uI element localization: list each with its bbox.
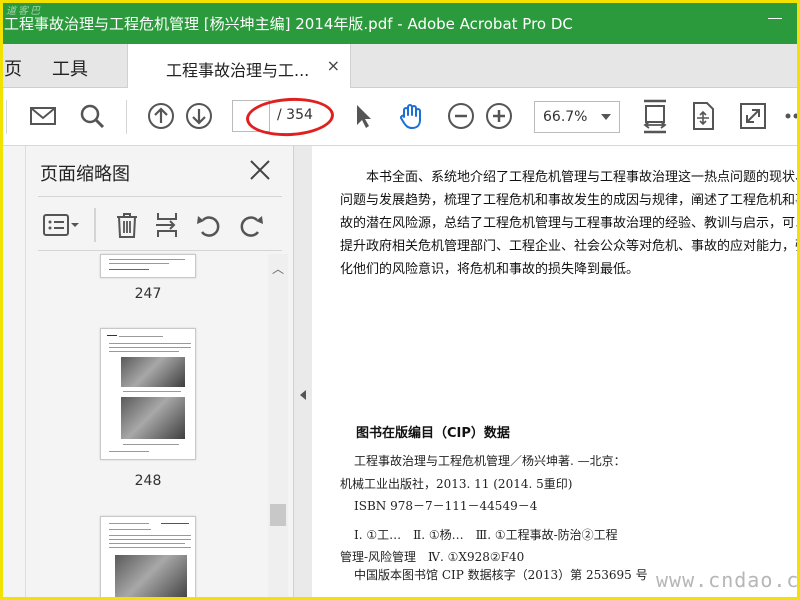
document-tab[interactable]: 工程事故治理与工... ×	[127, 44, 351, 89]
document-view[interactable]: 本书全面、系统地介绍了工程危机管理与工程事故治理这一热点问题的现状、问题与发展趋…	[312, 146, 800, 600]
fit-page-icon[interactable]	[640, 98, 670, 134]
cip-line: 工程事故治理与工程危机管理／杨兴坤著. —北京：	[354, 454, 626, 468]
panel-collapse-handle[interactable]	[294, 146, 312, 600]
close-icon[interactable]	[248, 158, 272, 182]
zoom-value: 66.7%	[543, 109, 588, 125]
thumbnail-page-number: 248	[134, 473, 162, 489]
document-tab-label: 工程事故治理与工...	[166, 61, 310, 80]
thumbnail-page-number: 247	[134, 286, 162, 302]
site-watermark: www.cndao.com	[656, 568, 800, 592]
tab-close-icon[interactable]: ×	[327, 56, 340, 75]
cip-footer: 中国版本图书馆 CIP 数据核字（2013）第 253695 号	[354, 568, 648, 582]
page-thumbnail[interactable]	[100, 254, 196, 278]
cip-block: 工程事故治理与工程危机管理／杨兴坤著. —北京： 机械工业出版社，2013. 1…	[340, 450, 800, 569]
chevron-down-icon	[601, 114, 611, 120]
panel-divider	[38, 250, 282, 251]
page-thumbnails-panel: 页面缩略图 247 248 ︿	[26, 146, 294, 600]
scrollbar-thumb[interactable]	[270, 504, 286, 526]
thumbnail-toolbar	[26, 200, 294, 250]
toolbar-separator	[126, 100, 127, 134]
toolbar-separator	[94, 208, 96, 242]
cip-title: 图书在版编目（CIP）数据	[356, 426, 510, 441]
more-tools-icon[interactable]	[782, 101, 800, 131]
options-menu-icon[interactable]	[42, 210, 82, 240]
rotate-cw-icon[interactable]	[236, 210, 266, 240]
page-thumbnail[interactable]	[100, 328, 196, 460]
panel-title: 页面缩略图	[40, 164, 130, 185]
prev-page-icon[interactable]	[146, 101, 176, 131]
chevron-up-icon[interactable]: ︿	[272, 260, 284, 277]
panel-divider	[38, 196, 282, 197]
select-arrow-icon[interactable]	[348, 101, 378, 131]
window-title: 工程事故治理与工程危机管理 [杨兴坤主编] 2014年版.pdf - Adobe…	[4, 15, 573, 33]
title-bar: 道客巴 工程事故治理与工程危机管理 [杨兴坤主编] 2014年版.pdf - A…	[0, 0, 800, 44]
rotate-ccw-icon[interactable]	[194, 210, 224, 240]
main-toolbar: / 354 66.7%	[0, 88, 800, 146]
hand-tool-icon[interactable]	[396, 101, 426, 131]
minimize-button[interactable]	[768, 18, 782, 19]
zoom-out-icon[interactable]	[446, 101, 476, 131]
menu-home[interactable]: 页	[4, 55, 22, 81]
search-icon[interactable]	[77, 101, 107, 131]
fullscreen-icon[interactable]	[738, 101, 768, 131]
collapse-arrow-icon	[300, 390, 306, 400]
zoom-in-icon[interactable]	[484, 101, 514, 131]
next-page-icon[interactable]	[184, 101, 214, 131]
toolbar-separator	[6, 100, 7, 134]
menu-tab-bar: 页 工具 工程事故治理与工... ×	[0, 44, 800, 89]
thumbnail-scrollbar[interactable]: ︿	[268, 254, 288, 600]
book-intro-paragraph: 本书全面、系统地介绍了工程危机管理与工程事故治理这一热点问题的现状、问题与发展趋…	[340, 170, 800, 277]
scroll-mode-icon[interactable]	[688, 101, 718, 131]
trash-icon[interactable]	[112, 210, 142, 240]
cip-line: ISBN 978－7－111－44549－4	[354, 499, 538, 513]
page-thumbnail[interactable]	[100, 516, 196, 600]
mail-icon[interactable]	[28, 101, 58, 131]
menu-tools[interactable]: 工具	[52, 55, 88, 81]
insert-pages-icon[interactable]	[152, 210, 182, 240]
zoom-select[interactable]: 66.7%	[534, 101, 620, 133]
left-rail	[0, 146, 26, 600]
cip-line: 机械工业出版社，2013. 11 (2014. 5重印)	[340, 476, 573, 491]
cip-line: Ⅰ. ①工… Ⅱ. ①杨… Ⅲ. ①工程事故-防治②工程	[354, 527, 618, 542]
